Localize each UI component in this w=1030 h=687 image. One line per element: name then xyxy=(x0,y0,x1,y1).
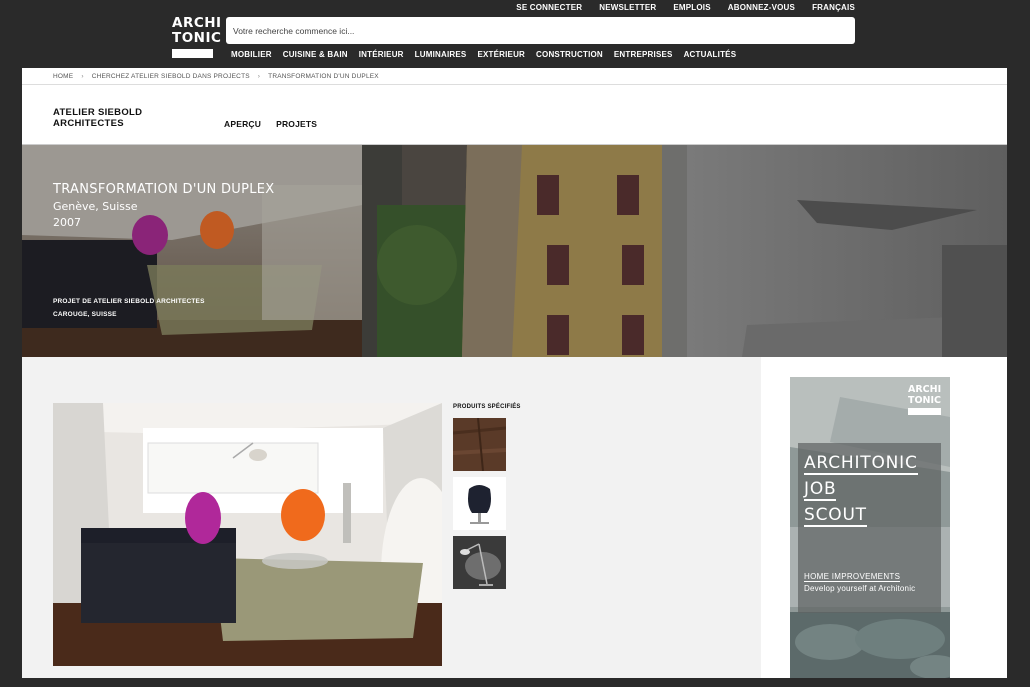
product-thumbnail-wood[interactable] xyxy=(453,418,506,471)
breadcrumb-separator: › xyxy=(257,72,261,80)
nav-news[interactable]: ACTUALITÉS xyxy=(684,50,737,59)
logo-line2: TONIC xyxy=(172,30,222,46)
nav-companies[interactable]: ENTREPRISES xyxy=(614,50,673,59)
floor-lamp-image xyxy=(453,536,506,589)
firm-name[interactable]: ATELIER SIEBOLD ARCHITECTES xyxy=(53,107,163,129)
firm-tabs: APERÇU PROJETS xyxy=(224,119,317,129)
ad-logo-bar xyxy=(908,408,941,415)
main-container: HOME › CHERCHEZ ATELIER SIEBOLD DANS PRO… xyxy=(22,68,1007,678)
project-credit-city: CAROUGE, SUISSE xyxy=(53,311,117,318)
project-location: Genève, Suisse xyxy=(53,200,138,213)
logo-line1: ARCHI xyxy=(172,15,222,31)
breadcrumb-current: TRANSFORMATION D'UN DUPLEX xyxy=(268,72,379,80)
top-links: SE CONNECTER NEWSLETTER EMPLOIS ABONNEZ-… xyxy=(516,3,855,12)
nav-construction[interactable]: CONSTRUCTION xyxy=(536,50,603,59)
ad-headline-1: ARCHITONIC xyxy=(804,453,918,475)
subscribe-link[interactable]: ABONNEZ-VOUS xyxy=(728,3,795,12)
nav-interior[interactable]: INTÉRIEUR xyxy=(359,50,404,59)
main-nav: MOBILIER CUISINE & BAIN INTÉRIEUR LUMINA… xyxy=(231,50,736,59)
nav-furniture[interactable]: MOBILIER xyxy=(231,50,272,59)
firm-name-line1: ATELIER SIEBOLD xyxy=(53,107,143,118)
breadcrumb-home[interactable]: HOME xyxy=(53,73,73,80)
breadcrumb-search[interactable]: CHERCHEZ ATELIER SIEBOLD DANS PROJECTS xyxy=(92,73,250,80)
hero-image xyxy=(22,145,1007,357)
ad-subtitle: HOME IMPROVEMENTS xyxy=(804,572,901,582)
tab-overview[interactable]: APERÇU xyxy=(224,119,261,129)
breadcrumb-separator: › xyxy=(81,72,84,80)
nav-lighting[interactable]: LUMINAIRES xyxy=(415,50,467,59)
ad-logo-line1: ARCHI xyxy=(908,384,942,395)
tab-projects[interactable]: PROJETS xyxy=(276,119,317,129)
ad-logo-line2: TONIC xyxy=(908,394,942,406)
jobs-link[interactable]: EMPLOIS xyxy=(673,3,710,12)
project-year: 2007 xyxy=(53,216,81,229)
nav-exterior[interactable]: EXTÉRIEUR xyxy=(477,50,525,59)
project-photo[interactable] xyxy=(53,403,442,666)
breadcrumb: HOME › CHERCHEZ ATELIER SIEBOLD DANS PRO… xyxy=(22,68,1007,85)
architonic-logo[interactable]: ARCHI TONIC xyxy=(172,16,221,58)
product-thumbnail-egg-chair[interactable] xyxy=(453,477,506,530)
project-credit: PROJET DE ATELIER SIEBOLD ARCHITECTES CA… xyxy=(53,295,205,321)
ad-headline-3: SCOUT xyxy=(804,505,867,527)
product-thumbnail-floor-lamp[interactable] xyxy=(453,536,506,589)
login-link[interactable]: SE CONNECTER xyxy=(516,3,582,12)
ad-tagline: Develop yourself at Architonic xyxy=(804,584,916,593)
firm-name-line2: ARCHITECTES xyxy=(53,118,124,129)
search-bar xyxy=(226,17,855,44)
project-content: PRODUITS SPÉCIFIÉS xyxy=(22,357,761,678)
language-selector[interactable]: FRANÇAIS xyxy=(812,3,855,12)
living-room-image xyxy=(53,403,442,666)
newsletter-link[interactable]: NEWSLETTER xyxy=(599,3,656,12)
job-scout-ad[interactable]: ARCHI TONIC ARCHITONIC JOB SCOUT HOME IM… xyxy=(790,377,950,678)
firm-header: ATELIER SIEBOLD ARCHITECTES APERÇU PROJE… xyxy=(22,85,1007,145)
products-label: PRODUITS SPÉCIFIÉS xyxy=(453,404,521,410)
project-title: TRANSFORMATION D'UN DUPLEX xyxy=(53,182,275,197)
egg-chair-image xyxy=(453,477,506,530)
hero-banner: TRANSFORMATION D'UN DUPLEX Genève, Suiss… xyxy=(22,145,1007,357)
wood-sample-image xyxy=(453,418,506,471)
ad-headline-2: JOB xyxy=(804,479,837,501)
logo-bar xyxy=(172,49,213,58)
ad-logo: ARCHI TONIC xyxy=(908,384,942,415)
project-credit-architect[interactable]: PROJET DE ATELIER SIEBOLD ARCHITECTES xyxy=(53,298,205,305)
nav-kitchen-bath[interactable]: CUISINE & BAIN xyxy=(283,50,348,59)
ad-panel: ARCHITONIC JOB SCOUT HOME IMPROVEMENTS D… xyxy=(798,443,941,613)
search-input[interactable] xyxy=(233,25,855,36)
